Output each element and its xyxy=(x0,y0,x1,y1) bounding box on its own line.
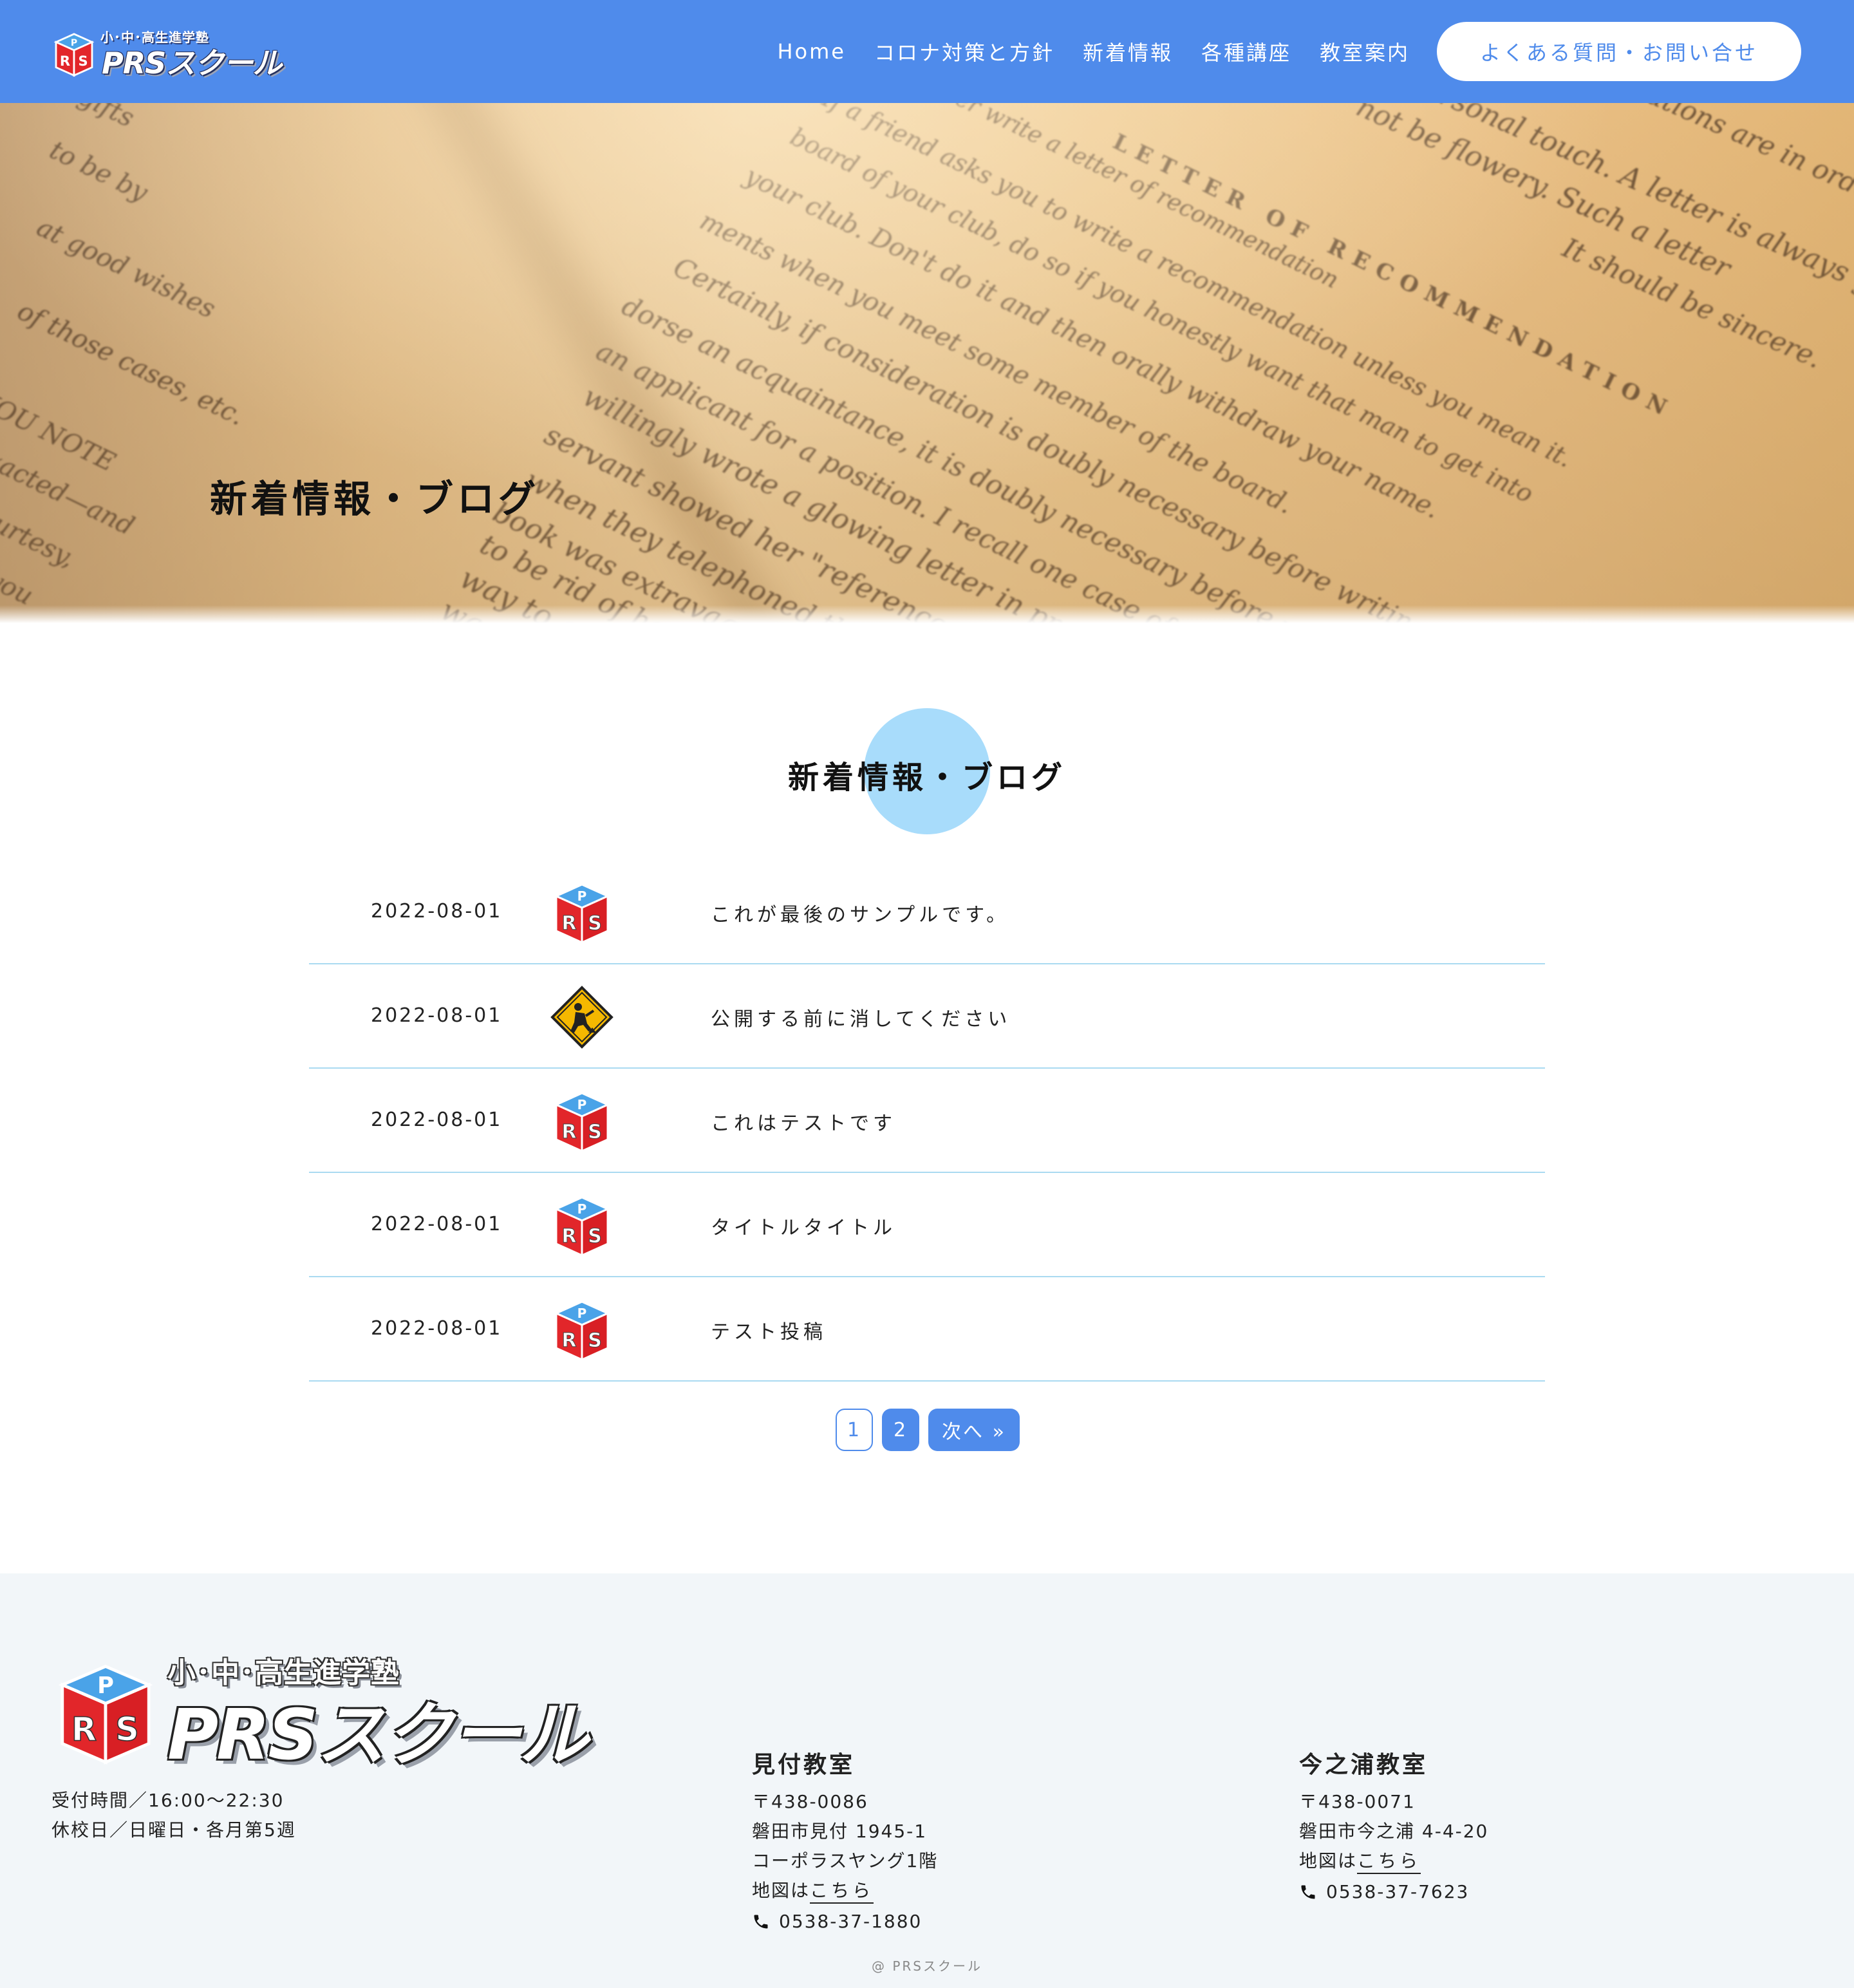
branch-map-line: 地図はこちら xyxy=(1299,1846,1488,1876)
nav-corona-policy[interactable]: コロナ対策と方針 xyxy=(874,37,1054,66)
branch-name: 今之浦教室 xyxy=(1299,1752,1428,1778)
phone-icon xyxy=(1301,1885,1315,1899)
map-link[interactable]: こちら xyxy=(810,1880,874,1904)
svg-text:S: S xyxy=(78,53,88,69)
svg-text:P: P xyxy=(577,1201,587,1217)
prs-logo-icon[interactable]: RSP xyxy=(550,881,614,945)
svg-text:S: S xyxy=(588,1329,602,1352)
news-row[interactable]: 2022-08-01 RSP これはテストです xyxy=(309,1069,1545,1173)
site-header: R S P 小･中･高生進学塾 PRSスクール Home コロナ対策と方針 新着… xyxy=(0,0,1854,103)
hero-shade xyxy=(0,103,1854,623)
branch-phone[interactable]: 0538-37-7623 xyxy=(1299,1881,1488,1902)
svg-text:P: P xyxy=(577,1097,587,1112)
svg-text:S: S xyxy=(588,1225,602,1248)
phone-icon xyxy=(754,1915,768,1928)
svg-text:R: R xyxy=(60,53,70,69)
news-date: 2022-08-01 xyxy=(371,1213,503,1235)
map-link[interactable]: こちら xyxy=(1357,1850,1421,1874)
prs-logo-icon: R S P xyxy=(53,33,95,77)
svg-text:P: P xyxy=(71,38,77,48)
news-title[interactable]: 公開する前に消してください xyxy=(711,1003,1011,1031)
branch-phone[interactable]: 0538-37-1880 xyxy=(752,1911,938,1932)
svg-text:S: S xyxy=(115,1711,139,1749)
phone-number: 0538-37-7623 xyxy=(1326,1881,1470,1902)
svg-text:R: R xyxy=(561,1329,576,1352)
closed-days: 休校日／日曜日・各月第5週 xyxy=(52,1819,296,1841)
logo-wordmark: PRSスクール xyxy=(102,46,282,80)
site-footer: R S P 小･中･高生進学塾 PRSスクール 受付時間／16:00〜22:30… xyxy=(0,1573,1854,1988)
branch-name: 見付教室 xyxy=(752,1752,856,1778)
branch-address: コーポラスヤング1階 xyxy=(752,1850,939,1871)
branch-imanoura: 今之浦教室 〒438-0071 磐田市今之浦 4-4-20 地図はこちら 053… xyxy=(1299,1746,1488,1902)
news-row[interactable]: 2022-08-01 RSP タイトルタイトル xyxy=(309,1173,1545,1277)
hero-banner: Never write a letter of recommendationIf… xyxy=(0,103,1854,623)
svg-text:S: S xyxy=(588,912,602,935)
news-date: 2022-08-01 xyxy=(371,1004,503,1027)
nav-classrooms[interactable]: 教室案内 xyxy=(1320,37,1410,66)
news-title[interactable]: これはテストです xyxy=(711,1107,896,1136)
reception-hours: 受付時間／16:00〜22:30 xyxy=(52,1790,285,1811)
news-list: 2022-08-01 RSP これが最後のサンプルです。 2022-08-01 … xyxy=(309,860,1545,1382)
pagination: 1 2 次へ » xyxy=(836,1409,1020,1451)
nav-news[interactable]: 新着情報 xyxy=(1083,37,1173,66)
map-prefix: 地図は xyxy=(1299,1850,1358,1871)
next-page-button[interactable]: 次へ » xyxy=(928,1409,1020,1451)
svg-text:R: R xyxy=(71,1711,97,1749)
branch-address: 磐田市今之浦 4-4-20 xyxy=(1299,1821,1489,1842)
footer-logo[interactable]: R S P 小･中･高生進学塾 PRSスクール xyxy=(54,1649,588,1776)
news-title[interactable]: テスト投稿 xyxy=(711,1316,827,1344)
svg-text:R: R xyxy=(561,1225,576,1248)
section-title: 新着情報・ブログ xyxy=(787,760,1066,796)
copyright: @ PRSスクール xyxy=(871,1958,982,1974)
nav-courses[interactable]: 各種講座 xyxy=(1201,37,1291,66)
news-title[interactable]: タイトルタイトル xyxy=(711,1212,896,1240)
svg-text:P: P xyxy=(577,888,587,904)
main-nav: Home コロナ対策と方針 新着情報 各種講座 教室案内 よくある質問・お問い合… xyxy=(777,22,1801,81)
branch-postal: 〒438-0071 xyxy=(1299,1791,1416,1812)
footer-logo-wordmark: PRSスクール xyxy=(167,1695,588,1776)
svg-text:R: R xyxy=(561,1121,576,1143)
map-prefix: 地図は xyxy=(752,1880,810,1901)
svg-text:P: P xyxy=(577,1306,587,1321)
prs-logo-icon[interactable]: RSP xyxy=(550,1298,614,1362)
svg-text:P: P xyxy=(97,1673,114,1699)
svg-text:R: R xyxy=(561,912,576,935)
branch-mitsuke: 見付教室 〒438-0086 磐田市見付 1945-1 コーポラスヤング1階 地… xyxy=(752,1746,938,1932)
page-current: 1 xyxy=(836,1409,873,1451)
news-date: 2022-08-01 xyxy=(371,1109,503,1131)
page-link-2[interactable]: 2 xyxy=(882,1409,919,1451)
branch-address: 磐田市見付 1945-1 xyxy=(752,1821,928,1842)
nav-home[interactable]: Home xyxy=(777,39,846,64)
site-logo[interactable]: R S P 小･中･高生進学塾 PRSスクール xyxy=(52,26,282,80)
construction-sign-icon[interactable] xyxy=(550,985,614,1049)
prs-logo-icon[interactable]: RSP xyxy=(550,1194,614,1258)
office-hours: 受付時間／16:00〜22:30 休校日／日曜日・各月第5週 xyxy=(52,1786,296,1845)
phone-number: 0538-37-1880 xyxy=(779,1911,922,1932)
svg-text:S: S xyxy=(588,1121,602,1143)
hero-title: 新着情報・ブログ xyxy=(210,477,540,521)
news-date: 2022-08-01 xyxy=(371,900,503,923)
hero-fade xyxy=(0,605,1854,623)
branch-map-line: 地図はこちら xyxy=(752,1876,938,1906)
news-date: 2022-08-01 xyxy=(371,1317,503,1340)
branch-postal: 〒438-0086 xyxy=(752,1791,868,1812)
news-title[interactable]: これが最後のサンプルです。 xyxy=(711,899,1009,927)
prs-logo-icon: R S P xyxy=(58,1664,153,1765)
faq-contact-button[interactable]: よくある質問・お問い合せ xyxy=(1437,22,1801,81)
prs-logo-icon[interactable]: RSP xyxy=(550,1089,614,1154)
news-row[interactable]: 2022-08-01 RSP これが最後のサンプルです。 xyxy=(309,860,1545,964)
news-row[interactable]: 2022-08-01 公開する前に消してください xyxy=(309,964,1545,1069)
news-row[interactable]: 2022-08-01 RSP テスト投稿 xyxy=(309,1277,1545,1382)
